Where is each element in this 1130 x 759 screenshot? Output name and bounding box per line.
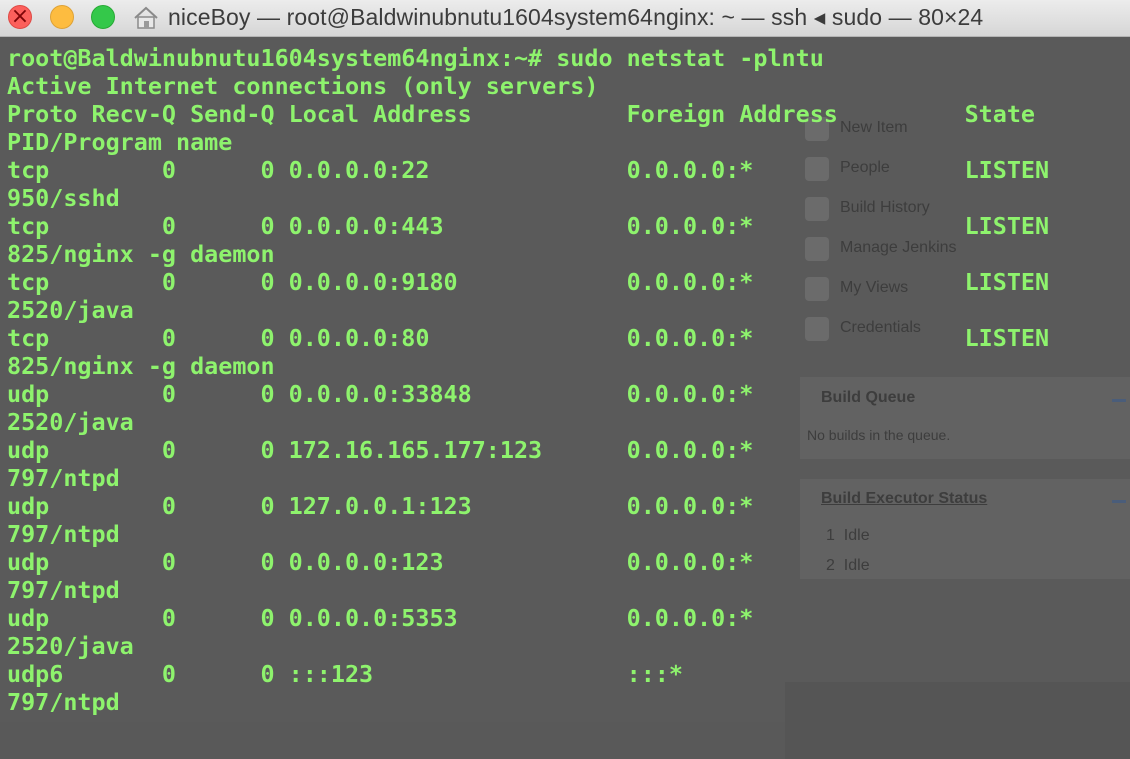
connection-row-pid: 2520/java xyxy=(7,408,134,436)
connection-row: udp 0 0 127.0.0.1:123 0.0.0.0:* xyxy=(7,492,754,520)
connection-row: udp 0 0 0.0.0.0:5353 0.0.0.0:* xyxy=(7,604,754,632)
home-icon xyxy=(134,6,158,29)
connection-row: udp6 0 0 :::123 :::* xyxy=(7,660,683,688)
connection-row: tcp 0 0 0.0.0.0:22 0.0.0.0:* LISTEN xyxy=(7,156,1050,184)
connection-row: udp 0 0 0.0.0.0:123 0.0.0.0:* xyxy=(7,548,754,576)
connection-row-pid: 825/nginx -g daemon xyxy=(7,240,275,268)
connection-row: udp 0 0 172.16.165.177:123 0.0.0.0:* xyxy=(7,436,754,464)
connection-row-pid: 2520/java xyxy=(7,296,134,324)
connection-row: tcp 0 0 0.0.0.0:9180 0.0.0.0:* LISTEN xyxy=(7,268,1050,296)
connection-row-pid: 825/nginx -g daemon xyxy=(7,352,275,380)
window-title: niceBoy — root@Baldwinubnutu1604system64… xyxy=(168,4,984,30)
connection-row: udp 0 0 0.0.0.0:33848 0.0.0.0:* xyxy=(7,380,754,408)
connection-row: tcp 0 0 0.0.0.0:80 0.0.0.0:* LISTEN xyxy=(7,324,1050,352)
output-heading: Active Internet connections (only server… xyxy=(7,72,599,100)
connection-row-pid: 797/ntpd xyxy=(7,576,120,604)
terminal-output[interactable]: root@Baldwinubnutu1604system64nginx:~# s… xyxy=(0,44,1130,722)
close-button[interactable] xyxy=(8,4,32,29)
connection-row-pid: 797/ntpd xyxy=(7,520,120,548)
connection-row-pid: 797/ntpd xyxy=(7,464,120,492)
connection-row-pid: 2520/java xyxy=(7,632,134,660)
column-header-pid: PID/Program name xyxy=(7,128,233,156)
window-title-bar: niceBoy — root@Baldwinubnutu1604system64… xyxy=(0,0,1130,37)
command-prompt: root@Baldwinubnutu1604system64nginx:~# s… xyxy=(7,44,824,72)
zoom-button[interactable] xyxy=(91,5,115,29)
connection-row-pid: 950/sshd xyxy=(7,184,120,212)
minimize-button[interactable] xyxy=(50,5,74,29)
connection-row: tcp 0 0 0.0.0.0:443 0.0.0.0:* LISTEN xyxy=(7,212,1050,240)
column-header: Proto Recv-Q Send-Q Local Address Foreig… xyxy=(7,100,1036,128)
connection-row-pid: 797/ntpd xyxy=(7,688,120,716)
